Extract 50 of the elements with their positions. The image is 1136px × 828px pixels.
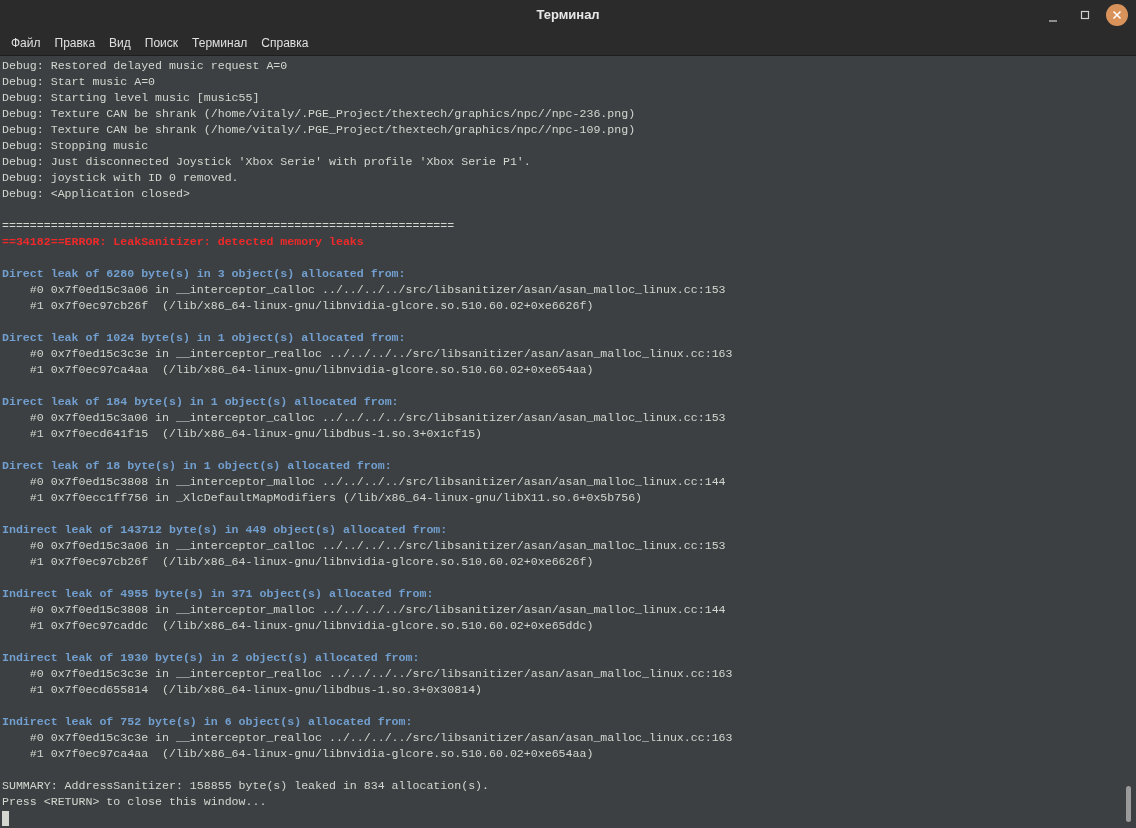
output-line: #0 0x7f0ed15c3808 in __interceptor_malloc ../../../../src/libsanitizer/asan/asan_malloc_linux.cc:144 bbox=[28, 603, 726, 616]
menu-item[interactable]: Справка bbox=[254, 33, 316, 52]
output-line: #0 0x7f0ed15c3a06 in __interceptor_calloc ../../../../src/libsanitizer/asan/asan_malloc_linux.cc:153 bbox=[28, 283, 726, 296]
output-line: #1 0x7f0ecd655814 (/lib/x86_64-linux-gnu/libdbus-1.so.3+0x30814) bbox=[28, 683, 483, 696]
output-line: #1 0x7f0ec97ca4aa (/lib/x86_64-linux-gnu/libnvidia-glcore.so.510.60.02+0xe654aa) bbox=[28, 747, 594, 760]
leak-heading: Direct leak of 1024 byte(s) in 1 object(s) allocated from: bbox=[2, 331, 406, 344]
menu-item[interactable]: Вид bbox=[102, 33, 138, 52]
output-line: Debug: Texture CAN be shrank (/home/vitaly/.PGE_Project/thextech/graphics/npc//npc-109.png) bbox=[2, 123, 636, 136]
menu-item[interactable]: Терминал bbox=[185, 33, 255, 52]
output-line: #0 0x7f0ed15c3a06 in __interceptor_calloc ../../../../src/libsanitizer/asan/asan_malloc_linux.cc:153 bbox=[28, 539, 726, 552]
close-icon bbox=[1112, 10, 1122, 20]
output-line: Debug: Texture CAN be shrank (/home/vitaly/.PGE_Project/thextech/graphics/npc//npc-236.png) bbox=[2, 107, 636, 120]
output-line: Press <RETURN> to close this window... bbox=[2, 795, 267, 808]
maximize-icon bbox=[1080, 10, 1090, 20]
leak-heading: Direct leak of 18 byte(s) in 1 object(s) allocated from: bbox=[2, 459, 392, 472]
text-cursor bbox=[2, 811, 9, 826]
leak-heading: Direct leak of 6280 byte(s) in 3 object(s) allocated from: bbox=[2, 267, 406, 280]
menu-item[interactable]: Файл bbox=[4, 33, 48, 52]
output-line: Debug: <Application closed> bbox=[2, 187, 190, 200]
output-line: #0 0x7f0ed15c3c3e in __interceptor_realloc ../../../../src/libsanitizer/asan/asan_malloc_linux.cc:163 bbox=[28, 347, 733, 360]
output-line: #1 0x7f0ecd641f15 (/lib/x86_64-linux-gnu/libdbus-1.so.3+0x1cf15) bbox=[28, 427, 483, 440]
output-line: Debug: joystick with ID 0 removed. bbox=[2, 171, 239, 184]
output-line: Debug: Start music A=0 bbox=[2, 75, 156, 88]
output-line: #1 0x7f0ec97caddc (/lib/x86_64-linux-gnu/libnvidia-glcore.so.510.60.02+0xe65ddc) bbox=[28, 619, 594, 632]
leak-heading: Direct leak of 184 byte(s) in 1 object(s) allocated from: bbox=[2, 395, 399, 408]
output-line: #1 0x7f0ec97ca4aa (/lib/x86_64-linux-gnu/libnvidia-glcore.so.510.60.02+0xe654aa) bbox=[28, 363, 594, 376]
output-line: #1 0x7f0ecc1ff756 in _XlcDefaultMapModifiers (/lib/x86_64-linux-gnu/libX11.so.6+0x5b756) bbox=[28, 491, 643, 504]
output-line: Debug: Stopping music bbox=[2, 139, 149, 152]
leak-heading: Indirect leak of 752 byte(s) in 6 object(s) allocated from: bbox=[2, 715, 413, 728]
minimize-icon bbox=[1049, 20, 1057, 22]
error-line: ==34182==ERROR: LeakSanitizer: detected memory leaks bbox=[2, 235, 364, 248]
output-line: Debug: Starting level music [music55] bbox=[2, 91, 260, 104]
output-line: Debug: Restored delayed music request A=0 bbox=[2, 59, 288, 72]
output-line: #0 0x7f0ed15c3a06 in __interceptor_calloc ../../../../src/libsanitizer/asan/asan_malloc_linux.cc:153 bbox=[28, 411, 726, 424]
output-line: #0 0x7f0ed15c3808 in __interceptor_malloc ../../../../src/libsanitizer/asan/asan_malloc_linux.cc:144 bbox=[28, 475, 726, 488]
leak-heading: Indirect leak of 1930 byte(s) in 2 object(s) allocated from: bbox=[2, 651, 420, 664]
leak-heading: Indirect leak of 4955 byte(s) in 371 object(s) allocated from: bbox=[2, 587, 434, 600]
leak-heading: Indirect leak of 143712 byte(s) in 449 object(s) allocated from: bbox=[2, 523, 448, 536]
output-line: #1 0x7f0ec97cb26f (/lib/x86_64-linux-gnu/libnvidia-glcore.so.510.60.02+0xe6626f) bbox=[28, 299, 594, 312]
output-line: Debug: Just disconnected Joystick 'Xbox Serie' with profile 'Xbox Serie P1'. bbox=[2, 155, 531, 168]
menu-item[interactable]: Поиск bbox=[137, 33, 186, 52]
output-line: #0 0x7f0ed15c3c3e in __interceptor_realloc ../../../../src/libsanitizer/asan/asan_malloc_linux.cc:163 bbox=[28, 667, 733, 680]
output-line: SUMMARY: AddressSanitizer: 158855 byte(s) leaked in 834 allocation(s). bbox=[2, 779, 490, 792]
output-line: #0 0x7f0ed15c3c3e in __interceptor_realloc ../../../../src/libsanitizer/asan/asan_malloc_linux.cc:163 bbox=[28, 731, 733, 744]
window-title: Терминал bbox=[536, 6, 600, 25]
scrollbar-thumb[interactable] bbox=[1126, 786, 1131, 822]
output-line: ================================================================= bbox=[2, 219, 455, 232]
output-line: #1 0x7f0ec97cb26f (/lib/x86_64-linux-gnu/libnvidia-glcore.so.510.60.02+0xe6626f) bbox=[28, 555, 594, 568]
close-button[interactable] bbox=[1106, 4, 1128, 26]
menu-item[interactable]: Правка bbox=[47, 33, 103, 52]
